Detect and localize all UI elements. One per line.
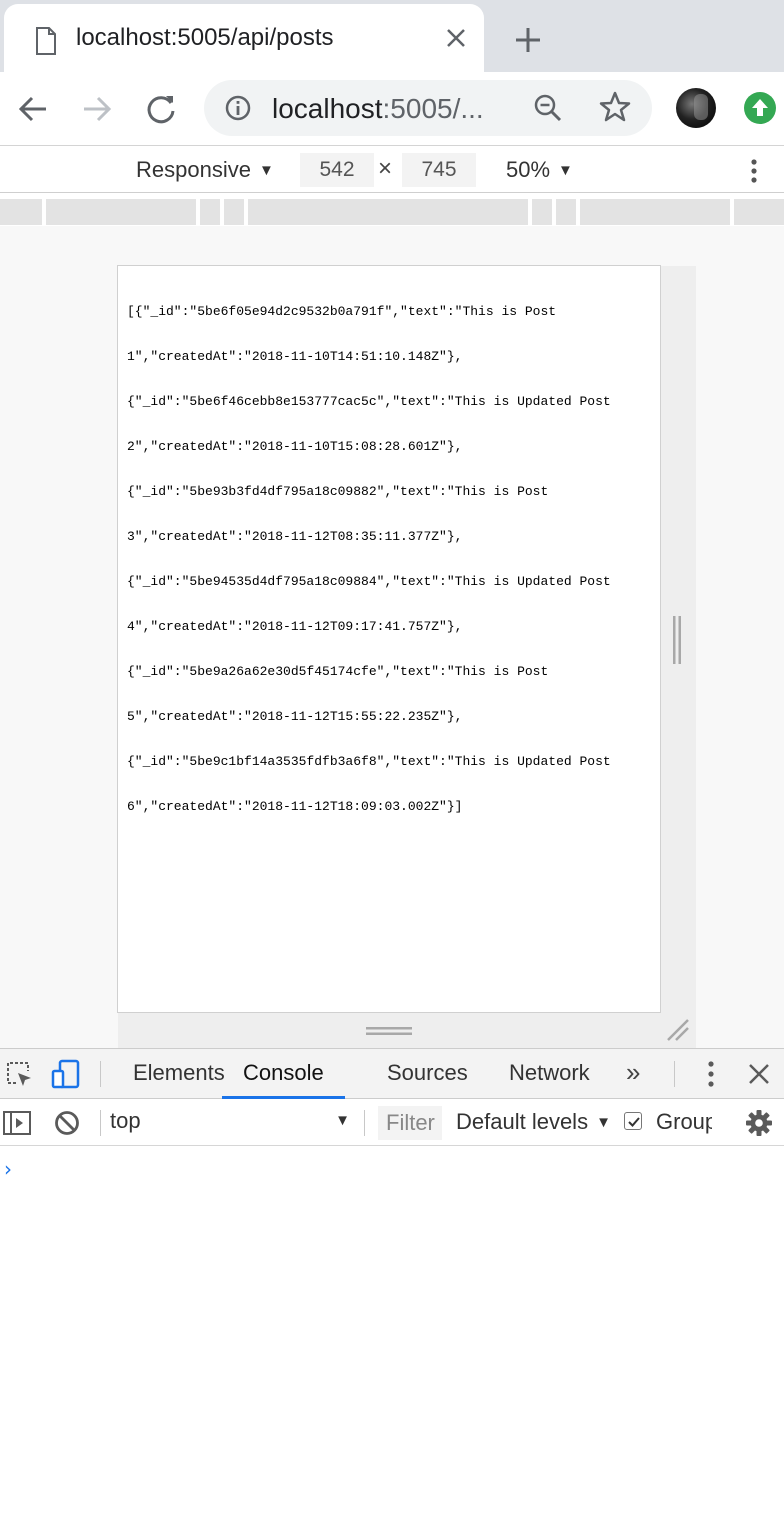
json-line: {"_id":"5be9c1bf14a3535fdfb3a6f8","text"… bbox=[127, 754, 611, 769]
browser-toolbar: localhost:5005/... bbox=[0, 72, 784, 146]
media-query-segment[interactable] bbox=[248, 199, 528, 225]
close-devtools-icon[interactable] bbox=[744, 1059, 774, 1089]
json-line: [{"_id":"5be6f05e94d2c9532b0a791f","text… bbox=[127, 304, 557, 319]
toolbar-divider bbox=[100, 1061, 101, 1087]
console-settings-gear-icon[interactable] bbox=[744, 1108, 774, 1138]
more-options-icon[interactable] bbox=[744, 157, 764, 185]
media-query-bar bbox=[0, 195, 784, 225]
show-sidebar-icon[interactable] bbox=[2, 1108, 32, 1138]
media-query-segment[interactable] bbox=[0, 199, 42, 225]
media-query-segment[interactable] bbox=[580, 199, 730, 225]
more-tabs-icon[interactable]: » bbox=[626, 1057, 640, 1088]
zoom-select[interactable]: 50% ▼ bbox=[506, 157, 573, 183]
devtools-tab-bar: Elements Console Sources Network » bbox=[0, 1049, 784, 1099]
context-select-label: top bbox=[110, 1108, 141, 1133]
json-line: {"_id":"5be9a26a62e30d5f45174cfe","text"… bbox=[127, 664, 549, 679]
json-line: 6","createdAt":"2018-11-12T18:09:03.002Z… bbox=[127, 799, 463, 814]
info-icon[interactable] bbox=[224, 94, 252, 122]
json-line: 4","createdAt":"2018-11-12T09:17:41.757Z… bbox=[127, 619, 463, 634]
json-line: 3","createdAt":"2018-11-12T08:35:11.377Z… bbox=[127, 529, 463, 544]
close-tab-icon[interactable] bbox=[440, 22, 472, 54]
dimension-separator: × bbox=[378, 155, 393, 182]
zoom-out-icon[interactable] bbox=[532, 92, 564, 124]
caret-down-icon: ▼ bbox=[335, 1112, 350, 1129]
address-bar[interactable]: localhost:5005/... bbox=[204, 80, 652, 136]
url-text: localhost:5005/... bbox=[272, 93, 484, 125]
resize-handle-corner[interactable] bbox=[666, 1018, 690, 1042]
toolbar-divider bbox=[100, 1110, 101, 1136]
checkmark-icon bbox=[628, 1117, 640, 1127]
media-query-segment[interactable] bbox=[556, 199, 576, 225]
log-levels-select[interactable]: Default levels ▼ bbox=[456, 1109, 611, 1135]
tab-network[interactable]: Network bbox=[509, 1049, 590, 1099]
update-icon[interactable] bbox=[744, 92, 776, 124]
emulated-viewport-area: [{"_id":"5be6f05e94d2c9532b0a791f","text… bbox=[0, 226, 784, 1048]
tab-console[interactable]: Console bbox=[222, 1049, 345, 1099]
url-path: :5005/... bbox=[382, 93, 484, 124]
clear-console-icon[interactable] bbox=[52, 1108, 82, 1138]
new-tab-icon[interactable] bbox=[510, 22, 546, 58]
bookmark-star-icon[interactable] bbox=[598, 90, 632, 124]
toolbar-divider bbox=[674, 1061, 675, 1087]
forward-arrow-icon[interactable] bbox=[78, 90, 116, 128]
reload-icon[interactable] bbox=[142, 90, 180, 128]
tab-title: localhost:5005/api/posts bbox=[76, 24, 334, 51]
browser-tab[interactable]: localhost:5005/api/posts bbox=[4, 4, 484, 72]
console-toolbar: top ▼ Filter Default levels ▼ Group bbox=[0, 1100, 784, 1146]
up-arrow-icon bbox=[752, 99, 768, 116]
resize-handle-right[interactable] bbox=[672, 616, 682, 664]
tab-strip: localhost:5005/api/posts bbox=[0, 0, 784, 72]
media-query-segment[interactable] bbox=[224, 199, 244, 225]
resize-handle-bottom[interactable] bbox=[366, 1026, 412, 1036]
inspect-element-icon[interactable] bbox=[4, 1059, 34, 1089]
devtools-menu-icon[interactable] bbox=[696, 1059, 726, 1089]
document-icon bbox=[36, 27, 56, 55]
log-levels-label: Default levels bbox=[456, 1109, 589, 1134]
json-line: 1","createdAt":"2018-11-10T14:51:10.148Z… bbox=[127, 349, 463, 364]
device-toggle-icon[interactable] bbox=[50, 1059, 80, 1089]
json-response: [{"_id":"5be6f05e94d2c9532b0a791f","text… bbox=[127, 274, 657, 844]
device-select-label: Responsive bbox=[136, 157, 251, 182]
device-frame: [{"_id":"5be6f05e94d2c9532b0a791f","text… bbox=[117, 265, 661, 1013]
caret-down-icon: ▼ bbox=[558, 162, 573, 179]
profile-avatar[interactable] bbox=[676, 88, 716, 128]
console-filter-input[interactable]: Filter bbox=[378, 1106, 442, 1140]
media-query-segment[interactable] bbox=[532, 199, 552, 225]
group-similar-label: Group bbox=[656, 1109, 712, 1134]
media-query-segment[interactable] bbox=[46, 199, 196, 225]
caret-down-icon: ▼ bbox=[596, 1114, 611, 1131]
tab-elements[interactable]: Elements bbox=[133, 1049, 225, 1099]
group-similar-checkbox[interactable] bbox=[624, 1112, 642, 1130]
json-line: {"_id":"5be93b3fd4df795a18c09882","text"… bbox=[127, 484, 549, 499]
json-line: {"_id":"5be94535d4df795a18c09884","text"… bbox=[127, 574, 611, 589]
toolbar-divider bbox=[364, 1110, 365, 1136]
console-prompt[interactable]: › bbox=[4, 1157, 12, 1181]
caret-down-icon: ▼ bbox=[258, 162, 274, 179]
context-select[interactable]: top ▼ bbox=[110, 1108, 354, 1138]
height-input[interactable]: 745 bbox=[402, 153, 476, 187]
media-query-segment[interactable] bbox=[734, 199, 784, 225]
json-line: {"_id":"5be6f46cebb8e153777cac5c","text"… bbox=[127, 394, 611, 409]
back-arrow-icon[interactable] bbox=[14, 90, 52, 128]
width-input[interactable]: 542 bbox=[300, 153, 374, 187]
media-query-segment[interactable] bbox=[200, 199, 220, 225]
tab-sources[interactable]: Sources bbox=[387, 1049, 468, 1099]
device-toolbar: Responsive ▼ 542 × 745 50% ▼ bbox=[0, 147, 784, 193]
devtools-panel: Elements Console Sources Network » top ▼… bbox=[0, 1048, 784, 1522]
json-line: 5","createdAt":"2018-11-12T15:55:22.235Z… bbox=[127, 709, 463, 724]
url-host: localhost bbox=[272, 93, 383, 124]
json-line: 2","createdAt":"2018-11-10T15:08:28.601Z… bbox=[127, 439, 463, 454]
device-select[interactable]: Responsive ▼ bbox=[136, 157, 274, 183]
zoom-select-label: 50% bbox=[506, 157, 551, 182]
